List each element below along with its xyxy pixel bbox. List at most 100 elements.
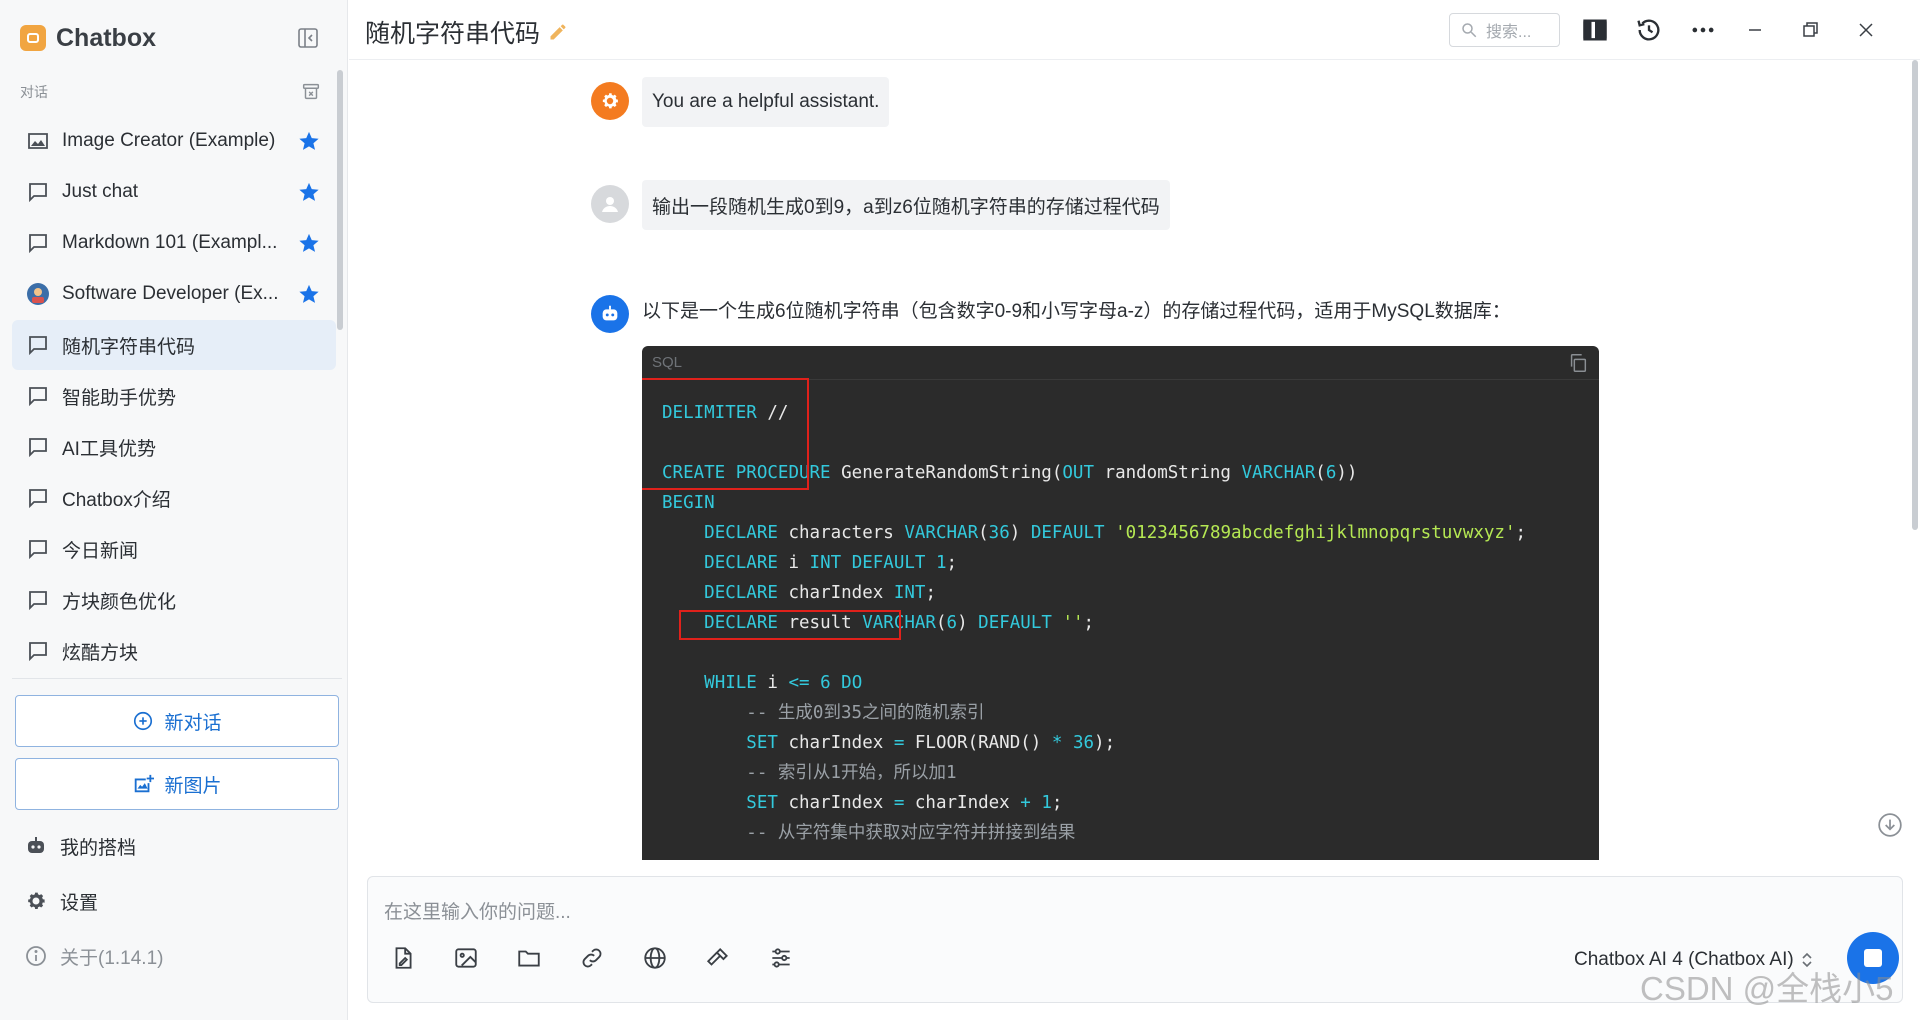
sliders-icon[interactable] [768, 945, 794, 971]
clear-conversations-icon[interactable] [300, 80, 322, 102]
conversation-item[interactable]: 炫酷方块 [12, 626, 336, 672]
conversation-item-active[interactable]: 随机字符串代码 [12, 320, 336, 370]
chat-scrollbar[interactable] [1912, 60, 1918, 530]
plus-circle-icon [134, 711, 153, 731]
code-line: WHILE i <= 6 DO [704, 673, 863, 693]
code-line: -- 索引从1开始，所以加1 [746, 763, 957, 783]
watermark: CSDN @全栈小5 [1640, 970, 1894, 1007]
code-line: SET charIndex = FLOOR(RAND() * 36); [746, 733, 1116, 753]
chat-icon [29, 540, 47, 560]
conversation-item[interactable]: 智能助手优势 [12, 371, 336, 421]
conversation-label: Chatbox介绍 [62, 489, 171, 511]
history-icon[interactable] [1635, 16, 1663, 44]
toggle-panel-icon[interactable] [1581, 16, 1609, 44]
code-line: -- 从字符集中获取对应字符并拼接到结果 [746, 823, 1076, 843]
conversation-label: 方块颜色优化 [62, 591, 177, 613]
collapse-sidebar-icon[interactable] [296, 26, 320, 50]
conversation-item[interactable]: Image Creator (Example) [12, 116, 336, 166]
search-input[interactable]: 搜索... [1449, 13, 1560, 47]
chat-title-text: 随机字符串代码 [365, 20, 541, 48]
person-icon [602, 197, 618, 212]
chat-icon [29, 438, 47, 458]
conversation-label: 今日新闻 [62, 540, 139, 562]
conversation-item[interactable]: Chatbox介绍 [12, 473, 336, 523]
chat-icon [29, 234, 47, 254]
code-line: -- 生成0到35之间的随机索引 [746, 703, 985, 723]
code-line: BEGIN [662, 493, 715, 513]
conversations-section-label: 对话 [20, 84, 48, 100]
conversation-label: AI工具优势 [62, 438, 156, 460]
conversation-item[interactable]: Just chat [12, 167, 336, 217]
conversation-item[interactable]: 方块颜色优化 [12, 575, 336, 625]
conversation-item[interactable]: Software Developer (Ex... [12, 269, 336, 319]
conversation-item[interactable]: 今日新闻 [12, 524, 336, 574]
search-placeholder: 搜索... [1486, 24, 1532, 41]
info-icon [26, 946, 46, 966]
system-message: You are a helpful assistant. [642, 77, 890, 127]
scroll-to-bottom-icon[interactable] [1877, 812, 1903, 838]
chat-icon [29, 336, 47, 356]
folder-icon[interactable] [516, 945, 542, 971]
globe-icon[interactable] [642, 945, 668, 971]
code-header: SQL [642, 346, 1599, 380]
gear-icon [28, 892, 45, 909]
link-icon[interactable] [579, 945, 605, 971]
conversation-item[interactable]: AI工具优势 [12, 422, 336, 472]
new-image-button[interactable]: 新图片 [15, 758, 339, 810]
hammer-icon[interactable] [705, 945, 731, 971]
attach-file-icon[interactable] [390, 945, 416, 971]
sidebar: Chatbox 对话 Image Creator (Example) Just … [0, 0, 348, 1020]
minimize-icon[interactable] [1743, 18, 1767, 42]
star-icon[interactable] [298, 232, 320, 254]
chat-icon [29, 489, 47, 509]
chatbox-logo-icon [20, 25, 46, 51]
conversation-list: Image Creator (Example) Just chat Markdo… [12, 116, 336, 672]
message-input[interactable]: 在这里输入你的问题... [384, 897, 1784, 924]
edit-title-icon[interactable] [548, 22, 568, 42]
composer-toolbar [390, 945, 831, 971]
image-icon [28, 133, 48, 149]
sidebar-scrollbar[interactable] [337, 70, 343, 330]
system-avatar [591, 82, 629, 120]
restore-icon[interactable] [1798, 18, 1822, 42]
copy-code-icon[interactable] [1567, 352, 1589, 374]
code-line: SET charIndex = charIndex + 1; [746, 793, 1063, 813]
close-icon[interactable] [1854, 18, 1878, 42]
about-link[interactable]: 关于(1.14.1) [24, 940, 163, 972]
brand: Chatbox [20, 18, 156, 58]
chat-icon [29, 387, 47, 407]
star-icon[interactable] [298, 130, 320, 152]
my-partners-link[interactable]: 我的搭档 [24, 830, 136, 862]
conversation-label: 炫酷方块 [62, 642, 139, 664]
new-image-label: 新图片 [164, 775, 222, 797]
chatbox-app: Chatbox 对话 Image Creator (Example) Just … [0, 0, 1920, 1020]
user-avatar [591, 185, 629, 223]
conversation-label: Image Creator (Example) [62, 130, 276, 151]
star-icon[interactable] [298, 181, 320, 203]
assistant-intro-text: 以下是一个生成6位随机字符串（包含数字0-9和小写字母a-z）的存储过程代码，适… [642, 301, 1511, 322]
robot-icon [28, 837, 44, 853]
conversation-label: 智能助手优势 [62, 387, 177, 409]
annotation-box [679, 610, 901, 640]
more-options-icon[interactable] [1689, 16, 1717, 44]
about-label: 关于(1.14.1) [60, 947, 164, 969]
search-icon [1462, 23, 1477, 38]
code-line: DECLARE i INT DEFAULT 1; [704, 553, 958, 573]
main-panel: 随机字符串代码 搜索... You are a helpful assistan… [349, 0, 1920, 1020]
chat-title: 随机字符串代码 [365, 14, 568, 50]
add-image-icon [135, 774, 155, 793]
conversation-label: Just chat [62, 181, 139, 202]
attach-image-icon[interactable] [453, 945, 479, 971]
conversation-item[interactable]: Markdown 101 (Exampl... [12, 218, 336, 268]
conversation-label: Markdown 101 (Exampl... [62, 232, 278, 253]
settings-link[interactable]: 设置 [24, 885, 98, 917]
conversation-label: 随机字符串代码 [62, 336, 196, 358]
app-title: Chatbox [56, 23, 156, 52]
gear-icon [602, 93, 618, 109]
star-icon[interactable] [298, 283, 320, 305]
new-chat-button[interactable]: 新对话 [15, 695, 339, 747]
chat-header: 随机字符串代码 搜索... [349, 0, 1920, 60]
chat-icon [29, 183, 47, 203]
my-partners-label: 我的搭档 [60, 837, 137, 859]
